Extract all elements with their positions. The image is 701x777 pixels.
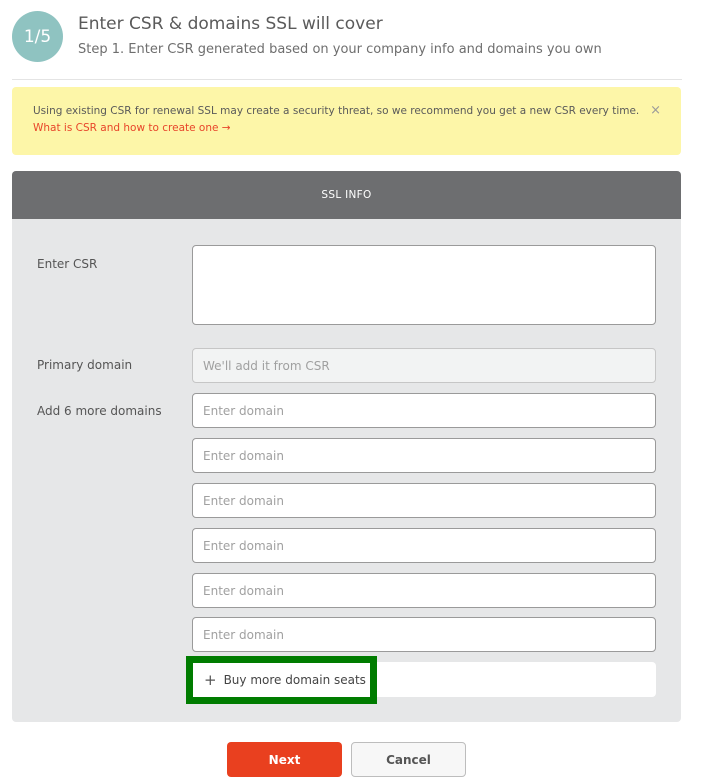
csr-textarea[interactable]	[192, 245, 656, 325]
page-title: Enter CSR & domains SSL will cover	[78, 14, 383, 34]
buy-more-label: Buy more domain seats	[223, 673, 366, 687]
csr-label: Enter CSR	[37, 257, 98, 271]
domain-input-5[interactable]	[192, 573, 656, 608]
header-divider	[12, 79, 682, 80]
csr-help-link[interactable]: What is CSR and how to create one →	[33, 122, 231, 134]
domain-input-4[interactable]	[192, 528, 656, 563]
primary-domain-label: Primary domain	[37, 358, 133, 372]
close-icon[interactable]: ×	[650, 103, 661, 118]
step-badge: 1/5	[12, 11, 63, 62]
additional-domains-label: Add 6 more domains	[37, 404, 162, 418]
domain-input-1[interactable]	[192, 393, 656, 428]
buy-more-domain-seats-button[interactable]: + Buy more domain seats	[186, 656, 377, 704]
domain-input-3[interactable]	[192, 483, 656, 518]
next-button[interactable]: Next	[227, 742, 342, 777]
ssl-info-panel: SSL INFO Enter CSR Primary domain Add 6 …	[12, 171, 681, 722]
panel-title: SSL INFO	[12, 171, 681, 219]
plus-icon: +	[204, 671, 217, 689]
domain-input-2[interactable]	[192, 438, 656, 473]
alert-message: Using existing CSR for renewal SSL may c…	[33, 105, 640, 117]
page-subtitle: Step 1. Enter CSR generated based on you…	[78, 42, 602, 57]
primary-domain-input	[192, 348, 656, 383]
csr-warning-alert: Using existing CSR for renewal SSL may c…	[12, 87, 681, 155]
cancel-button[interactable]: Cancel	[351, 742, 466, 777]
domain-input-6[interactable]	[192, 617, 656, 652]
